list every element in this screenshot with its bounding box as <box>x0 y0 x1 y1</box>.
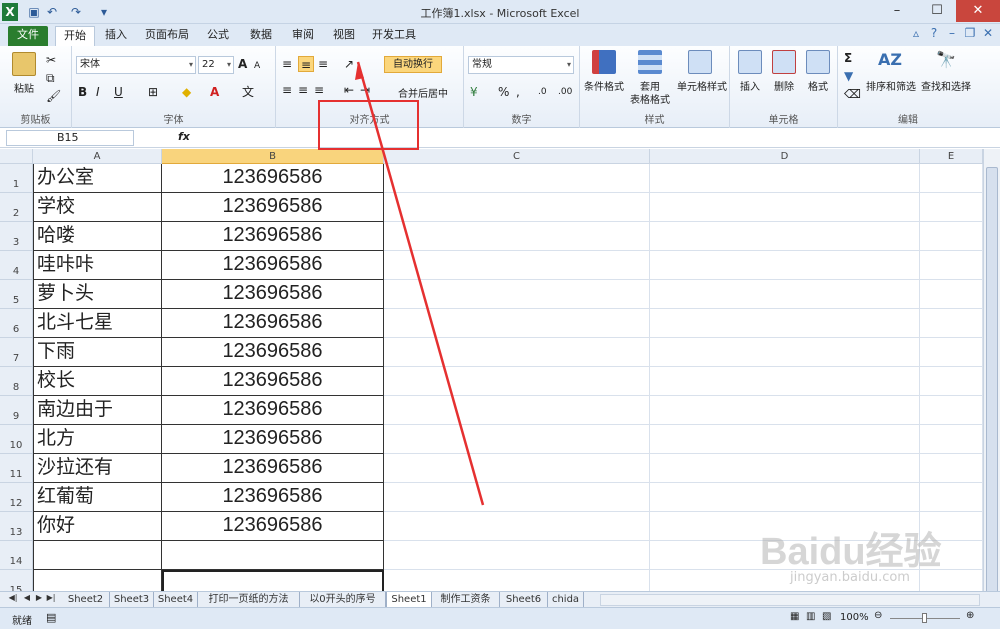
watermark-url: jingyan.baidu.com <box>790 570 910 585</box>
baidu-watermark: Baidu经验 jingyan.baidu.com <box>760 520 990 590</box>
annotation-arrow-line <box>356 61 485 506</box>
watermark-brand: Baidu经验 <box>760 531 942 573</box>
